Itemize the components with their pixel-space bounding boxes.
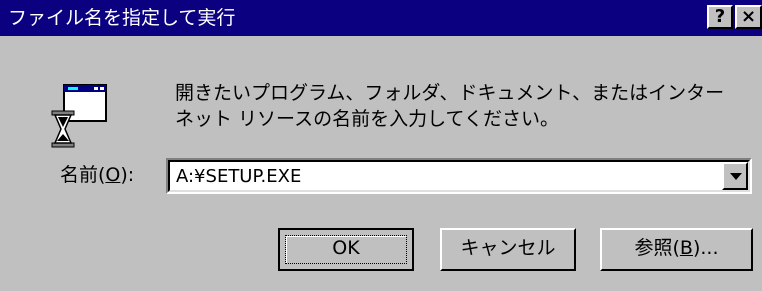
window-title: ファイル名を指定して実行 xyxy=(8,7,236,29)
name-label-text: 名前( xyxy=(60,164,106,186)
run-program-icon xyxy=(51,84,107,148)
name-label-tail: ): xyxy=(120,164,135,186)
name-input[interactable]: A:¥SETUP.EXE xyxy=(176,165,301,189)
ok-button[interactable]: OK xyxy=(278,228,414,271)
description-line-2: ネット リソースの名前を入力してください。 xyxy=(175,108,559,130)
browse-button-accelerator: B xyxy=(679,237,693,259)
name-label-accelerator: O xyxy=(105,164,121,186)
help-button[interactable]: ? xyxy=(707,5,733,29)
chevron-down-icon xyxy=(730,173,742,180)
close-button[interactable]: × xyxy=(735,5,762,29)
description-text: 開きたいプログラム、フォルダ、ドキュメント、またはインター ネット リソースの名… xyxy=(175,80,724,132)
ok-button-label: OK xyxy=(332,237,360,259)
help-icon: ? xyxy=(714,6,726,27)
name-label: 名前(O): xyxy=(60,162,134,188)
browse-button-suffix: )... xyxy=(692,237,719,259)
cancel-button[interactable]: キャンセル xyxy=(440,228,576,271)
close-icon: × xyxy=(740,6,757,27)
browse-button-label: 参照( xyxy=(634,237,680,259)
name-combobox[interactable]: A:¥SETUP.EXE xyxy=(166,158,752,194)
cancel-button-label: キャンセル xyxy=(460,237,556,259)
description-line-1: 開きたいプログラム、フォルダ、ドキュメント、またはインター xyxy=(175,82,725,104)
title-bar[interactable]: ファイル名を指定して実行 ? × xyxy=(0,0,762,36)
dropdown-button[interactable] xyxy=(722,162,748,190)
browse-button[interactable]: 参照(B)... xyxy=(600,228,753,271)
